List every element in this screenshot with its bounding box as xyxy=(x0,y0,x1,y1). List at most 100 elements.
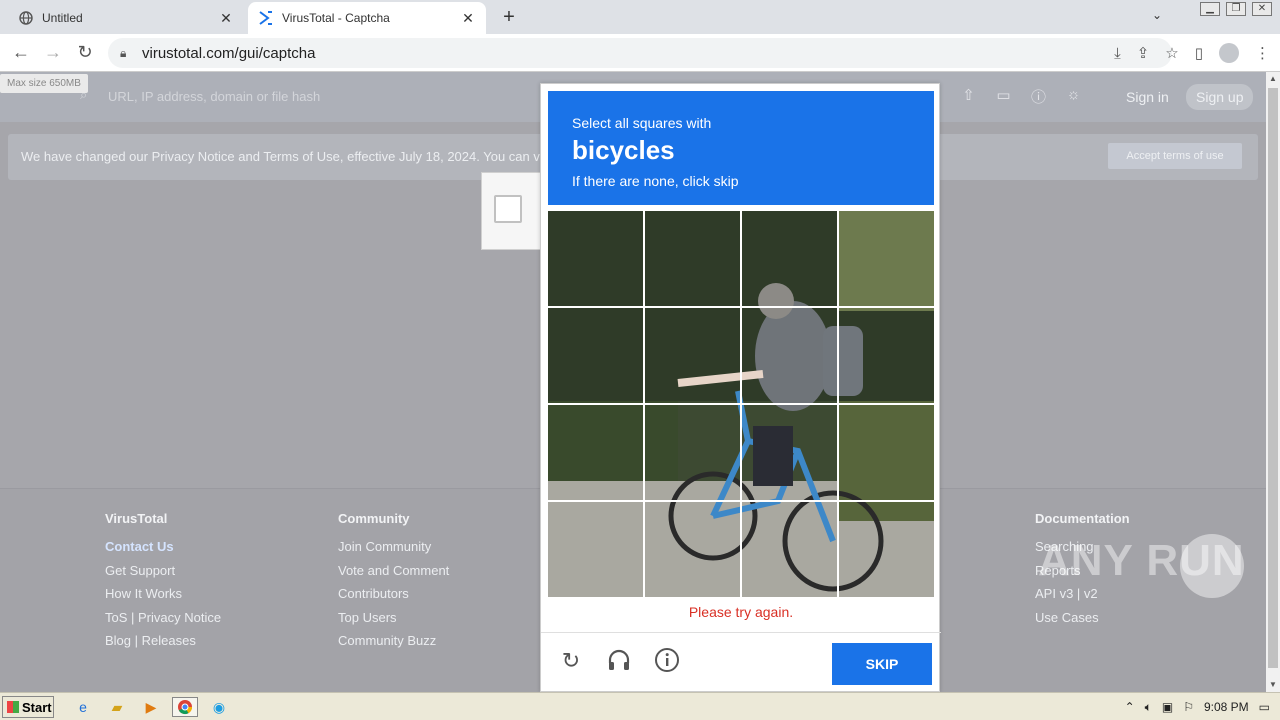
minimize-button[interactable]: ▁ xyxy=(1200,2,1220,16)
install-icon[interactable]: ⤓ xyxy=(1114,45,1121,62)
share-icon[interactable]: ⇪ xyxy=(1137,44,1150,62)
grid-tile[interactable] xyxy=(838,501,935,598)
footer-link[interactable]: Use Cases xyxy=(1035,610,1130,634)
windows-taskbar: Start e ▰ ▶ ◉ ⌃ 🔈︎ ▣ ⚐ 9:08 PM ▭ xyxy=(0,692,1280,720)
reload-challenge-icon[interactable]: ↻ xyxy=(557,647,585,675)
footer-col-virustotal: VirusTotal Contact Us Get Support How It… xyxy=(105,511,221,657)
footer-heading: Community xyxy=(338,511,410,526)
grid-tile[interactable] xyxy=(548,308,645,405)
info-icon[interactable] xyxy=(653,647,681,675)
lock-icon: 🔒︎ xyxy=(120,45,127,60)
footer-link[interactable]: Community Buzz xyxy=(338,633,449,657)
grid-tile[interactable] xyxy=(548,211,645,308)
network-icon[interactable]: ▣ xyxy=(1162,700,1173,714)
url-text: virustotal.com/gui/captcha xyxy=(142,44,316,62)
show-desktop-icon[interactable]: ▭ xyxy=(1259,700,1270,714)
start-button[interactable]: Start xyxy=(2,696,54,718)
upload-icon[interactable]: ⇧ xyxy=(960,86,977,107)
tray-expand-icon[interactable]: ⌃ xyxy=(1125,700,1135,714)
footer-col-community: Community Join Community Vote and Commen… xyxy=(338,511,449,657)
footer-link[interactable]: Contact Us xyxy=(105,539,221,563)
help-icon[interactable]: ⓘ xyxy=(1030,86,1047,107)
browser-toolbar: ← → ↻ 🔒︎ virustotal.com/gui/captcha ⤓ ⇪ … xyxy=(0,34,1280,72)
window-controls: ▁ ❐ ✕ xyxy=(1200,2,1272,16)
audio-headphones-icon[interactable] xyxy=(605,647,633,675)
tab-strip: Untitled ✕ VirusTotal - Captcha ✕ + ⌄ ▁ … xyxy=(0,0,1280,34)
globe-icon xyxy=(18,10,34,26)
footer-link[interactable]: How It Works xyxy=(105,586,221,610)
footer-link[interactable]: ToS | Privacy Notice xyxy=(105,610,221,634)
tab-virustotal-captcha[interactable]: VirusTotal - Captcha ✕ xyxy=(248,2,486,34)
footer-link[interactable]: Vote and Comment xyxy=(338,563,449,587)
grid-tile[interactable] xyxy=(741,308,838,405)
search-input[interactable]: URL, IP address, domain or file hash xyxy=(108,89,320,104)
footer-link[interactable]: Get Support xyxy=(105,563,221,587)
skip-button[interactable]: SKIP xyxy=(832,643,932,685)
restore-button[interactable]: ❐ xyxy=(1226,2,1246,16)
back-arrow-icon[interactable]: ← xyxy=(10,42,32,63)
chrome-icon[interactable] xyxy=(172,697,198,717)
taskbar-apps: e ▰ ▶ ◉ xyxy=(70,697,232,717)
action-center-flag-icon[interactable]: ⚐ xyxy=(1183,700,1194,714)
sign-up-button[interactable]: Sign up xyxy=(1186,84,1254,110)
recaptcha-checkbox[interactable] xyxy=(494,195,522,223)
challenge-target: bicycles xyxy=(572,135,675,165)
recaptcha-checkbox-card xyxy=(481,172,541,250)
grid-tile[interactable] xyxy=(548,404,645,501)
footer-link[interactable]: Top Users xyxy=(338,610,449,634)
close-tab-icon[interactable]: ✕ xyxy=(460,10,476,27)
grid-tile[interactable] xyxy=(741,211,838,308)
close-tab-icon[interactable]: ✕ xyxy=(218,10,234,27)
header-icons: ⇧ ▭ ⓘ ☼ xyxy=(960,86,1082,107)
grid-tile[interactable] xyxy=(838,404,935,501)
footer-link[interactable]: Blog | Releases xyxy=(105,633,221,657)
accept-terms-button[interactable]: Accept terms of use xyxy=(1108,143,1242,169)
grid-tile[interactable] xyxy=(838,211,935,308)
grid-tile[interactable] xyxy=(741,404,838,501)
theme-sun-icon[interactable]: ☼ xyxy=(1065,86,1082,107)
grid-tile[interactable] xyxy=(645,404,742,501)
scroll-up-icon[interactable]: ▲ xyxy=(1266,72,1280,86)
forward-arrow-icon[interactable]: → xyxy=(42,42,64,63)
grid-tile[interactable] xyxy=(645,501,742,598)
footer-link[interactable]: Contributors xyxy=(338,586,449,610)
start-label: Start xyxy=(22,699,52,715)
max-size-tooltip: Max size 650MB xyxy=(0,74,88,93)
menu-kebab-icon[interactable]: ⋮ xyxy=(1255,44,1270,62)
clock[interactable]: 9:08 PM xyxy=(1204,700,1249,714)
tab-search-chevron-icon[interactable]: ⌄ xyxy=(1152,8,1162,22)
challenge-header: Select all squares with bicycles If ther… xyxy=(548,91,934,205)
new-tab-button[interactable]: + xyxy=(498,6,520,29)
page-scrollbar[interactable]: ▲ ▼ xyxy=(1266,72,1280,692)
grid-tile[interactable] xyxy=(645,211,742,308)
grid-tile[interactable] xyxy=(741,501,838,598)
bookmark-star-icon[interactable]: ☆ xyxy=(1165,44,1178,62)
side-panel-icon[interactable]: ▯ xyxy=(1195,44,1203,62)
close-window-button[interactable]: ✕ xyxy=(1252,2,1272,16)
grid-tile[interactable] xyxy=(645,308,742,405)
footer-link[interactable]: API v3 | v2 xyxy=(1035,586,1130,610)
scroll-down-icon[interactable]: ▼ xyxy=(1266,678,1280,692)
footer-link[interactable]: Join Community xyxy=(338,539,449,563)
virustotal-icon xyxy=(258,10,274,26)
sign-in-link[interactable]: Sign in xyxy=(1126,89,1169,105)
grid-tile[interactable] xyxy=(838,308,935,405)
chat-icon[interactable]: ▭ xyxy=(995,86,1012,107)
system-tray: ⌃ 🔈︎ ▣ ⚐ 9:08 PM ▭ xyxy=(1115,695,1280,719)
tab-title: Untitled xyxy=(42,11,83,25)
windows-flag-icon xyxy=(7,701,19,713)
grid-tile[interactable] xyxy=(548,501,645,598)
edge-icon[interactable]: ◉ xyxy=(206,697,232,717)
toolbar-actions: ⤓ ⇪ ☆ ▯ ⋮ xyxy=(1114,43,1270,63)
profile-avatar[interactable] xyxy=(1219,43,1239,63)
volume-icon[interactable]: 🔈︎ xyxy=(1145,700,1152,715)
tab-untitled[interactable]: Untitled ✕ xyxy=(8,2,244,34)
folder-icon[interactable]: ▰ xyxy=(104,697,130,717)
address-bar[interactable]: 🔒︎ virustotal.com/gui/captcha xyxy=(108,38,1172,68)
media-player-icon[interactable]: ▶ xyxy=(138,697,164,717)
challenge-footer: ↻ SKIP xyxy=(541,632,941,692)
challenge-hint: If there are none, click skip xyxy=(572,173,739,189)
ie-icon[interactable]: e xyxy=(70,697,96,717)
scroll-thumb[interactable] xyxy=(1268,88,1278,668)
reload-icon[interactable]: ↻ xyxy=(74,42,96,63)
